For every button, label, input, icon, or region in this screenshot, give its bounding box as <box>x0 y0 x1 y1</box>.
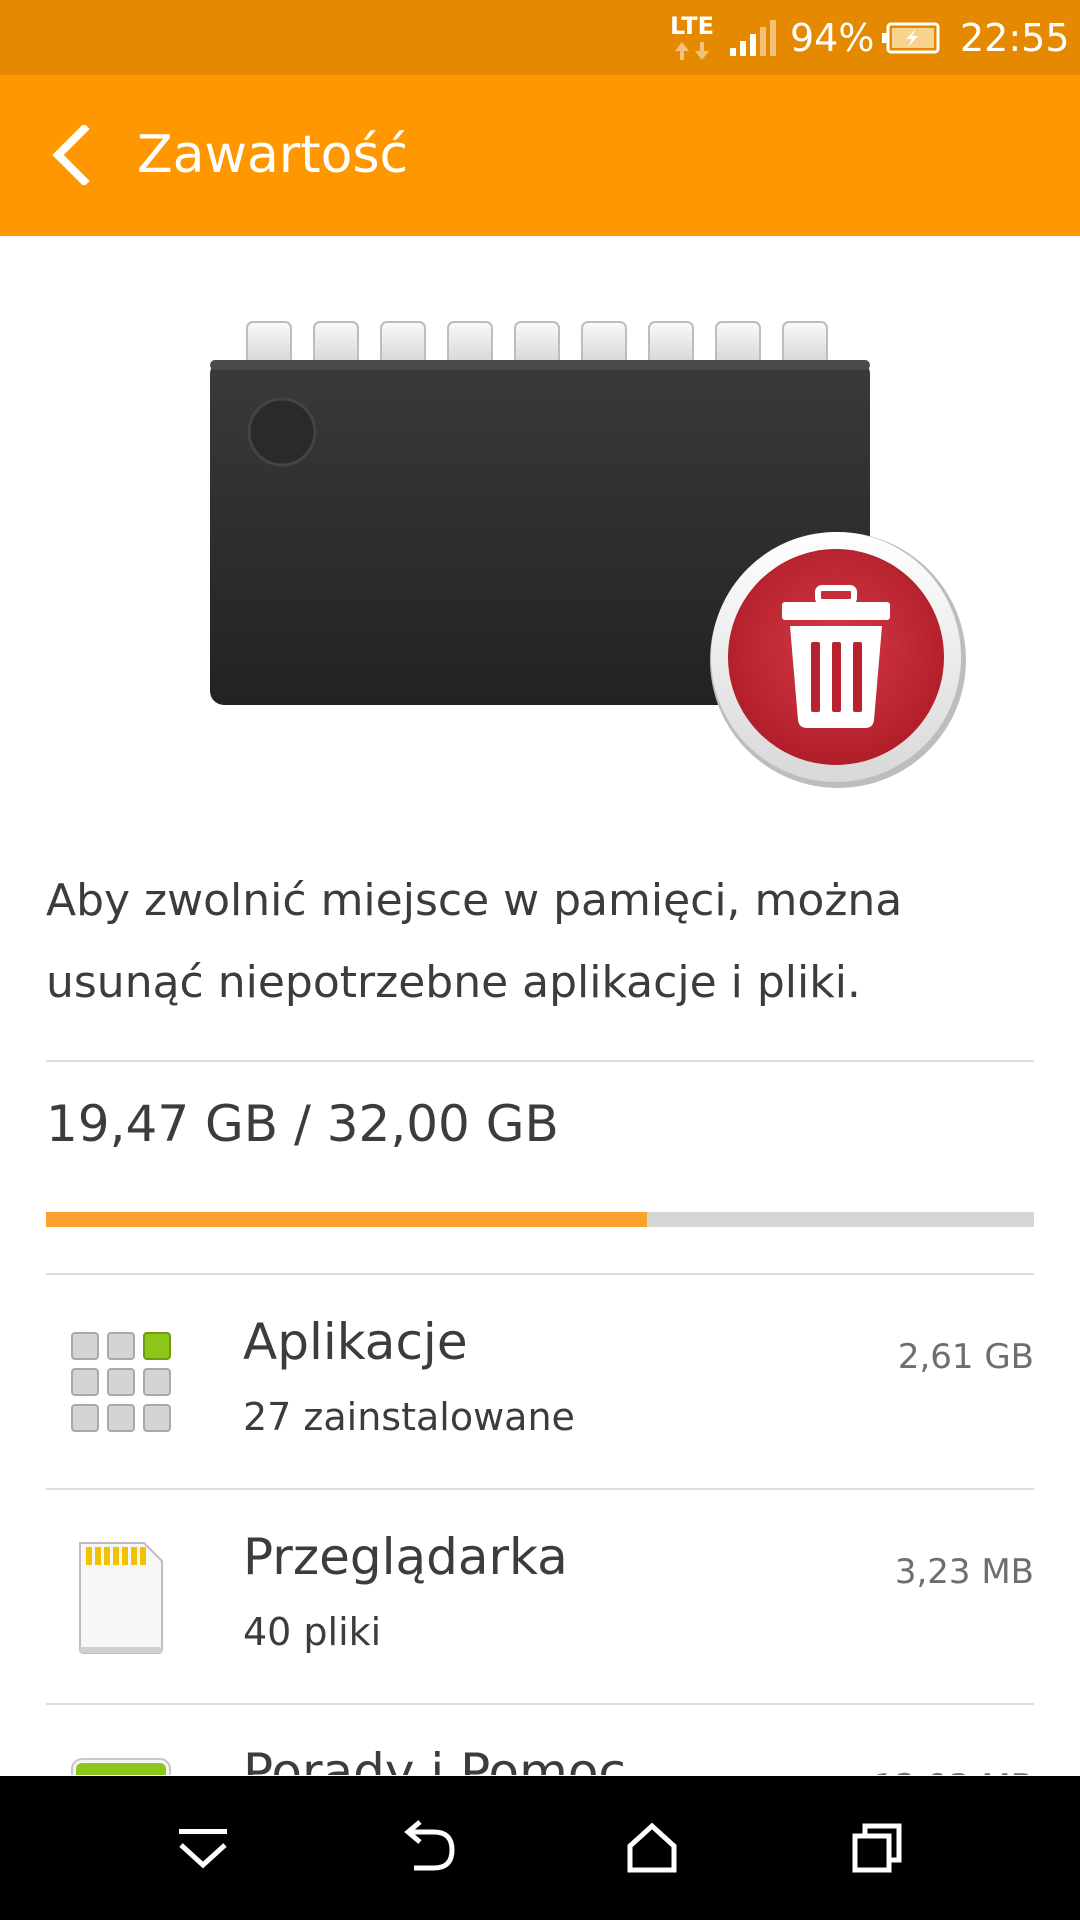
storage-used-label: 19,47 GB / 32,00 GB <box>46 1095 559 1153</box>
list-item-title: Aplikacje <box>243 1313 468 1371</box>
status-bar: LTE 94% 22:55 <box>0 0 1080 75</box>
hide-keyboard-icon <box>179 1829 227 1869</box>
recents-icon <box>852 1823 902 1873</box>
storage-categories-list: Aplikacje 27 zainstalowane 2,61 GB Przeg… <box>0 1275 1080 1775</box>
list-item-size: 12,93 MB <box>873 1767 1034 1775</box>
network-type: LTE <box>669 11 715 40</box>
help-tips-icon <box>46 1705 196 1775</box>
apps-grid-icon <box>46 1275 196 1488</box>
battery-percent: 94% <box>790 15 875 60</box>
navigation-bar <box>0 1776 1080 1920</box>
back-icon <box>404 1820 455 1871</box>
list-item-title: Przeglądarka <box>243 1528 568 1586</box>
back-button[interactable] <box>30 115 110 195</box>
clock: 22:55 <box>960 15 1070 60</box>
list-item-title: Porady i Pomoc <box>243 1743 626 1775</box>
sd-card-icon <box>46 1490 196 1703</box>
list-item-subtitle: 27 zainstalowane <box>243 1395 575 1439</box>
list-item-size: 2,61 GB <box>897 1337 1034 1377</box>
divider <box>46 1060 1034 1062</box>
lte-indicator: LTE <box>667 0 717 75</box>
back-arrow-icon <box>52 125 90 185</box>
memory-chip-with-trash-illustration <box>200 310 970 800</box>
list-item-apps[interactable]: Aplikacje 27 zainstalowane 2,61 GB <box>46 1275 1034 1488</box>
battery-charging-icon <box>880 0 940 75</box>
hide-keyboard-button[interactable] <box>163 1808 243 1888</box>
nav-home-button[interactable] <box>612 1808 692 1888</box>
description-text: Aby zwolnić miejsce w pamięci, można usu… <box>46 875 903 1008</box>
memory-chip-icon <box>210 321 966 788</box>
page-title: Zawartość <box>137 125 409 185</box>
nav-back-button[interactable] <box>388 1808 468 1888</box>
list-item-browser[interactable]: Przeglądarka 40 pliki 3,23 MB <box>46 1490 1034 1703</box>
storage-progress-fill <box>46 1212 647 1227</box>
storage-progress-bar <box>46 1212 1034 1227</box>
signal-icon <box>728 0 778 75</box>
nav-recents-button[interactable] <box>837 1808 917 1888</box>
app-bar: Zawartość <box>0 75 1080 236</box>
data-arrows-icon <box>675 41 709 60</box>
list-item-subtitle: 40 pliki <box>243 1610 382 1654</box>
list-item-help[interactable]: Porady i Pomoc 12,93 MB <box>46 1705 1034 1775</box>
home-icon <box>627 1822 677 1873</box>
list-item-size: 3,23 MB <box>894 1552 1034 1592</box>
